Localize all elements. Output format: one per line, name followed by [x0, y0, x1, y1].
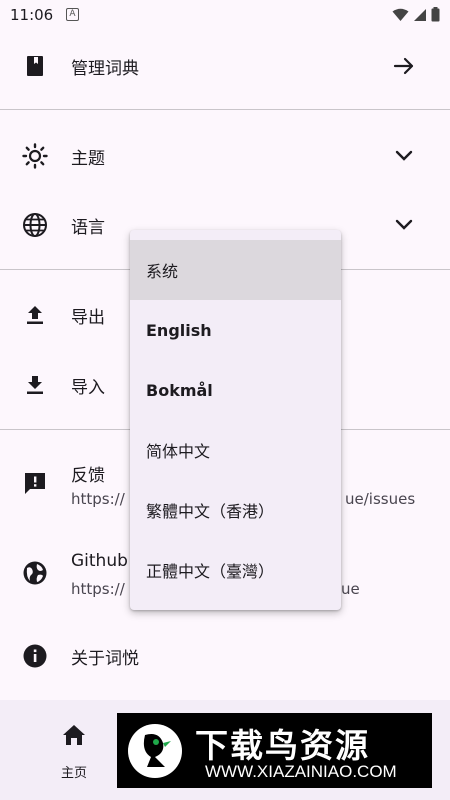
language-option-bokmal[interactable]: Bokmål	[130, 360, 341, 420]
manage-dictionary-label: 管理词典	[71, 58, 139, 79]
theme-label: 主题	[71, 148, 105, 169]
watermark-url: WWW.XIAZAINIAO.COM	[205, 762, 397, 781]
download-icon	[22, 372, 48, 398]
about-label: 关于词悦	[71, 648, 139, 669]
github-title: Github	[71, 551, 128, 571]
feedback-url-tail: ue/issues	[345, 490, 416, 508]
notification-icon: A	[66, 8, 79, 21]
globe-icon	[22, 212, 48, 238]
battery-icon	[431, 7, 440, 22]
language-option-system[interactable]: 系统	[130, 240, 341, 300]
nav-home-label: 主页	[60, 766, 87, 781]
github-url: https://	[71, 580, 125, 598]
earth-icon	[22, 560, 48, 586]
manage-dictionary-row[interactable]: 管理词典	[0, 36, 450, 96]
chevron-down-icon[interactable]	[392, 213, 416, 237]
language-option-simplified-chinese[interactable]: 简体中文	[130, 420, 341, 480]
info-icon	[22, 643, 48, 669]
feedback-title: 反馈	[71, 466, 105, 486]
watermark-banner: 下载鸟资源 WWW.XIAZAINIAO.COM	[117, 713, 432, 788]
theme-row[interactable]: 主题	[0, 127, 450, 185]
export-label: 导出	[71, 307, 105, 328]
status-time: 11:06	[10, 6, 54, 24]
status-bar: 11:06 A	[0, 0, 450, 30]
watermark-title: 下载鸟资源	[195, 726, 370, 765]
system-icons	[392, 7, 440, 22]
about-row[interactable]: 关于词悦	[0, 627, 450, 685]
wifi-icon	[392, 8, 409, 21]
feedback-icon	[22, 470, 48, 496]
language-dropdown-menu: 系统 English Bokmål 简体中文 繁體中文（香港） 正體中文（臺灣）	[130, 230, 341, 610]
arrow-right-icon	[392, 54, 416, 78]
home-icon	[63, 725, 85, 745]
feedback-url: https://	[71, 490, 125, 508]
import-label: 导入	[71, 377, 105, 398]
language-option-english[interactable]: English	[130, 300, 341, 360]
language-option-traditional-chinese-hk[interactable]: 繁體中文（香港）	[130, 480, 341, 540]
book-icon	[22, 53, 48, 79]
chevron-down-icon[interactable]	[392, 144, 416, 168]
sun-icon	[22, 143, 48, 169]
language-label: 语言	[71, 217, 105, 238]
divider	[0, 109, 450, 110]
signal-icon	[414, 8, 426, 21]
language-option-traditional-chinese-tw[interactable]: 正體中文（臺灣）	[130, 540, 341, 600]
bird-logo-icon	[128, 724, 182, 778]
upload-icon	[22, 302, 48, 328]
github-url-tail: ue	[341, 580, 360, 598]
nav-home[interactable]: 主页	[52, 724, 96, 781]
